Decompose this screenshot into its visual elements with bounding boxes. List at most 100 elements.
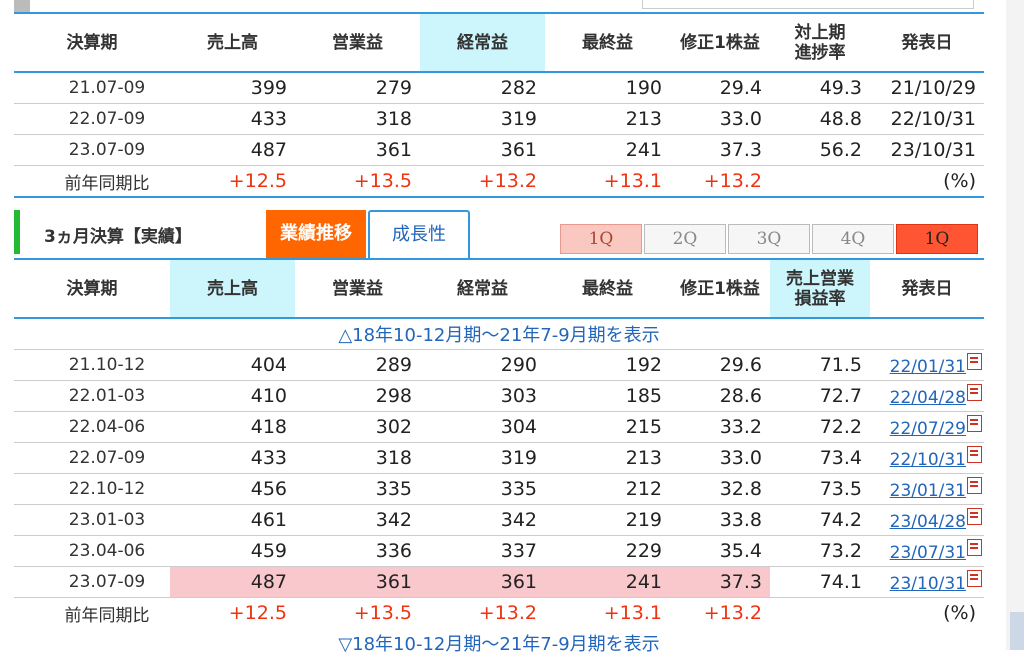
- col-net: 最終益: [545, 260, 670, 319]
- cell-period: 23.07-09: [14, 134, 170, 166]
- pdf-icon[interactable]: [967, 508, 982, 525]
- annual-results-table: 決算期 売上高 営業益 経常益 最終益 修正1株益 対上期 進捗率 発表日 21.…: [14, 14, 984, 198]
- section-marker: [14, 0, 30, 12]
- cell-eps: 28.6: [670, 380, 770, 412]
- pdf-icon[interactable]: [967, 539, 982, 556]
- cell-date: 23/04/28: [870, 504, 984, 536]
- cell-eps: 37.3: [670, 566, 770, 598]
- table-row: 21.07-09 399 279 282 190 29.4 49.3 21/10/29: [14, 72, 984, 104]
- col-period: 決算期: [14, 260, 170, 319]
- cell-eps: 33.0: [670, 103, 770, 135]
- cell-net: 241: [545, 566, 670, 598]
- yoy-eps: +13.2: [703, 602, 762, 624]
- scrollbar[interactable]: [1006, 0, 1024, 650]
- cell-ordinary: 342: [420, 504, 545, 536]
- cell-date: 23/10/31: [870, 134, 984, 166]
- yoy-net: +13.1: [603, 602, 662, 624]
- cell-period: 22.07-09: [14, 103, 170, 135]
- col-sales: 売上高: [170, 14, 295, 73]
- cell-ratio: 71.5: [770, 349, 870, 381]
- section-marker: [14, 210, 20, 254]
- cell-period: 21.10-12: [14, 349, 170, 381]
- yoy-label: 前年同期比: [64, 605, 150, 626]
- table-row: 22.04-06 418 302 304 215 33.2 72.2 22/07/29: [14, 411, 984, 443]
- cell-ratio: 74.1: [770, 566, 870, 598]
- announcement-date-link[interactable]: 23/10/31: [890, 574, 966, 594]
- cell-net: 212: [545, 473, 670, 505]
- cell-eps: 37.3: [670, 134, 770, 166]
- announcement-date-link[interactable]: 22/04/28: [890, 388, 966, 408]
- pdf-icon[interactable]: [967, 446, 982, 463]
- cell-net: 241: [545, 134, 670, 166]
- tab-performance[interactable]: 業績推移: [266, 210, 366, 258]
- pdf-icon[interactable]: [967, 477, 982, 494]
- announcement-date-link[interactable]: 23/01/31: [890, 481, 966, 501]
- cell-op: 342: [295, 504, 420, 536]
- pdf-icon[interactable]: [967, 384, 982, 401]
- cell-eps: 33.8: [670, 504, 770, 536]
- table-row: 22.07-09 433 318 319 213 33.0 48.8 22/10/31: [14, 103, 984, 135]
- cell-ordinary: 335: [420, 473, 545, 505]
- table-row: 23.07-09 487 361 361 241 37.3 74.1 23/10/31: [14, 566, 984, 598]
- cell-op: 335: [295, 473, 420, 505]
- cell-eps: 33.2: [670, 411, 770, 443]
- cell-date: 21/10/29: [870, 72, 984, 104]
- cell-date: 22/10/31: [870, 103, 984, 135]
- pdf-icon[interactable]: [967, 353, 982, 370]
- cell-net: 192: [545, 349, 670, 381]
- show-older-bottom-link[interactable]: ▽18年10-12月期～21年7-9月期を表示: [14, 628, 984, 658]
- cell-sales: 410: [170, 380, 295, 412]
- announcement-date-link[interactable]: 22/10/31: [890, 450, 966, 470]
- pdf-icon[interactable]: [967, 415, 982, 432]
- announcement-date-link[interactable]: 23/07/31: [890, 543, 966, 563]
- yoy-row: 前年同期比 +12.5 +13.5 +13.2 +13.1 +13.2 (%): [14, 165, 984, 198]
- cell-ordinary: 290: [420, 349, 545, 381]
- cell-period: 23.01-03: [14, 504, 170, 536]
- col-op: 営業益: [295, 14, 420, 73]
- cell-sales: 433: [170, 442, 295, 474]
- cell-date: 23/07/31: [870, 535, 984, 567]
- yoy-sales: +12.5: [170, 165, 295, 198]
- col-progress: 対上期 進捗率: [770, 14, 870, 73]
- cell-sales: 399: [170, 72, 295, 104]
- cell-empty: [770, 598, 870, 629]
- cell-eps: 33.0: [670, 442, 770, 474]
- scrollbar-thumb[interactable]: [1010, 612, 1024, 650]
- cell-sales: 433: [170, 103, 295, 135]
- cell-eps: 29.4: [670, 72, 770, 104]
- col-margin: 売上営業 損益率: [770, 260, 870, 319]
- show-older-top-link[interactable]: △18年10-12月期～21年7-9月期を表示: [14, 318, 984, 350]
- cell-date: 22/07/29: [870, 411, 984, 443]
- cell-period: 22.07-09: [14, 442, 170, 474]
- cell-net: 213: [545, 442, 670, 474]
- table-row: 23.04-06 459 336 337 229 35.4 73.2 23/07/31: [14, 535, 984, 567]
- cell-op: 336: [295, 535, 420, 567]
- quarter-button-2q[interactable]: 2Q: [644, 224, 726, 254]
- cell-eps: 32.8: [670, 473, 770, 505]
- table-row: 22.07-09 433 318 319 213 33.0 73.4 22/10/31: [14, 442, 984, 474]
- pdf-icon[interactable]: [967, 570, 982, 587]
- quarter-button-1q[interactable]: 1Q: [560, 224, 642, 254]
- cell-sales: 487: [170, 134, 295, 166]
- cell-ordinary: 319: [420, 103, 545, 135]
- cell-op: 361: [295, 566, 420, 598]
- cell-sales: 418: [170, 411, 295, 443]
- col-period: 決算期: [14, 14, 170, 73]
- col-op: 営業益: [295, 260, 420, 319]
- tab-growth[interactable]: 成長性: [368, 210, 470, 258]
- quarter-button-4q[interactable]: 4Q: [812, 224, 894, 254]
- quarter-button-1q-current[interactable]: 1Q: [896, 224, 978, 254]
- announcement-date-link[interactable]: 22/01/31: [890, 357, 966, 377]
- yoy-ordinary: +13.2: [420, 165, 545, 198]
- cell-ordinary: 282: [420, 72, 545, 104]
- announcement-date-link[interactable]: 23/04/28: [890, 512, 966, 532]
- col-sales: 売上高: [170, 260, 295, 319]
- table-row: 23.07-09 487 361 361 241 37.3 56.2 23/10/31: [14, 134, 984, 166]
- cell-ratio: 49.3: [770, 72, 870, 104]
- cell-ratio: 56.2: [770, 134, 870, 166]
- cell-date: 23/10/31: [870, 566, 984, 598]
- announcement-date-link[interactable]: 22/07/29: [890, 419, 966, 439]
- col-eps: 修正1株益: [670, 14, 770, 73]
- quarterly-results-table: 決算期 売上高 営業益 経常益 最終益 修正1株益 売上営業 損益率 発表日 △1…: [14, 260, 984, 658]
- quarter-button-3q[interactable]: 3Q: [728, 224, 810, 254]
